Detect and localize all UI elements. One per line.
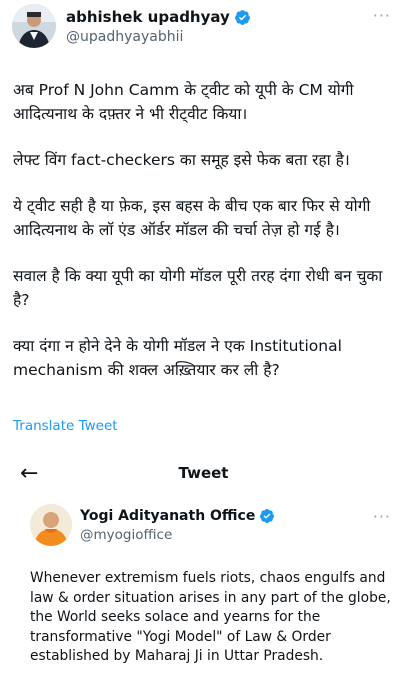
author-avatar[interactable]	[12, 4, 56, 48]
person-photo-icon	[30, 504, 72, 546]
embedded-author-name[interactable]: Yogi Adityanath Office	[80, 508, 255, 524]
page-title: Tweet	[178, 464, 229, 482]
embedded-author-name-row[interactable]: Yogi Adityanath Office	[80, 508, 275, 524]
tweet-body: अब Prof N John Camm के ट्वीट को यूपी के …	[13, 78, 397, 404]
embedded-tweet-header: ← Tweet	[0, 455, 407, 495]
more-options-icon[interactable]: ···	[373, 6, 391, 25]
author-name-row[interactable]: abhishek upadhyay	[66, 8, 251, 26]
embedded-tweet-text: Whenever extremism fuels riots, chaos en…	[30, 570, 391, 664]
person-photo-icon	[12, 4, 56, 48]
embedded-author-avatar[interactable]	[30, 504, 72, 546]
embedded-author-handle[interactable]: @myogioffice	[80, 527, 172, 543]
more-options-icon[interactable]: ···	[373, 507, 391, 526]
translate-tweet-link[interactable]: Translate Tweet	[13, 418, 118, 434]
tweet-paragraph: क्या दंगा न होने देने के योगी मॉडल ने एक…	[13, 337, 342, 379]
tweet-paragraph: लेफ्ट विंग fact-checkers का समूह इसे फेक…	[13, 151, 350, 169]
tweet-paragraph: अब Prof N John Camm के ट्वीट को यूपी के …	[13, 81, 354, 123]
verified-badge-icon	[234, 9, 250, 25]
tweet-paragraph: ये ट्वीट सही है या फ़ेक, इस बहस के बीच ए…	[13, 197, 371, 239]
verified-badge-icon	[260, 509, 275, 523]
author-name[interactable]: abhishek upadhyay	[66, 8, 230, 26]
author-handle[interactable]: @upadhyayabhii	[66, 29, 183, 45]
tweet-paragraph: सवाल है कि क्या यूपी का योगी मॉडल पूरी त…	[13, 267, 383, 309]
